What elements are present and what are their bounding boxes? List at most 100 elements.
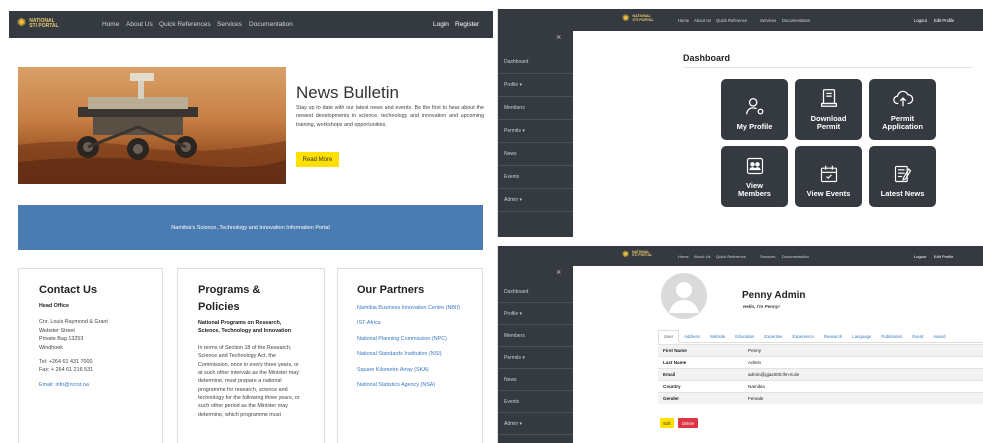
nav-logout[interactable]: Logout — [914, 18, 927, 23]
tab-research[interactable]: Research — [819, 330, 847, 342]
partner-link[interactable]: IST-Africa — [357, 319, 463, 327]
programs-card: Programs & Policies National Programs on… — [177, 268, 325, 443]
sidebar-item-admin[interactable]: Admin ▾ — [498, 413, 573, 435]
table-row: First Name Penny — [658, 344, 983, 357]
profile-panel: ✺ NATIONAL STI PORTAL Home About Us Quick… — [497, 246, 983, 443]
tile-label: My Profile — [736, 122, 773, 132]
sidebar-item-admin[interactable]: Admin ▾ — [498, 189, 573, 212]
contact-email-link[interactable]: Email: info@ncrst.na — [39, 381, 142, 389]
tile-label: Permit Application — [882, 113, 923, 132]
nav-services[interactable]: Services — [760, 18, 776, 23]
latest-news-tile[interactable]: Latest News — [869, 146, 936, 207]
tile-label: View Events — [806, 189, 851, 199]
nav-documentation[interactable]: Documentation — [782, 254, 809, 259]
permit-application-tile[interactable]: Permit Application — [869, 79, 936, 140]
nav-about[interactable]: About Us — [694, 18, 711, 23]
tab-experience[interactable]: Experience — [787, 330, 819, 342]
nav-home[interactable]: Home — [678, 254, 689, 259]
tab-publication[interactable]: Publication — [876, 330, 907, 342]
my-profile-tile[interactable]: My Profile — [721, 79, 788, 140]
address-line: Cnr. Louis Raymond & Grant — [39, 319, 108, 326]
nav-documentation[interactable]: Documentation — [249, 21, 293, 28]
row-label: First Name — [658, 344, 743, 357]
portal-banner: Namibia's Science, Technology and Innova… — [18, 205, 483, 250]
partner-link[interactable]: Square Kilometre Array (SKA) — [357, 366, 463, 374]
sidebar-item-dashboard[interactable]: Dashboard — [498, 51, 573, 74]
brand-logo[interactable]: ✺ NATIONAL STI PORTAL — [622, 14, 654, 23]
download-permit-tile[interactable]: Download Permit — [795, 79, 862, 140]
news-bulletin-body: Stay up to date with our latest news and… — [296, 105, 484, 128]
nav-services[interactable]: Services — [760, 254, 775, 259]
view-members-tile[interactable]: View Members — [721, 146, 788, 207]
nav-edit-profile[interactable]: Edit Profile — [934, 254, 953, 259]
nav-documentation[interactable]: Documentation — [782, 18, 810, 23]
sidebar-item-events[interactable]: Events — [498, 391, 573, 413]
news-bulletin-title: News Bulletin — [296, 83, 399, 102]
tab-award[interactable]: Award — [928, 330, 950, 342]
nav-quick-reference[interactable]: Quick Reference — [716, 254, 746, 259]
brand-name-line2: STI PORTAL — [632, 17, 654, 22]
tab-language[interactable]: Language — [847, 330, 876, 342]
contact-title: Contact Us — [39, 284, 98, 296]
profile-greeting: Hello, I'm Penny! — [743, 304, 780, 309]
nav-login[interactable]: Login — [433, 21, 449, 28]
nav-home[interactable]: Home — [678, 18, 689, 23]
dashboard-heading: Dashboard — [683, 53, 731, 63]
partner-link[interactable]: National Planning Commission (NPC) — [357, 335, 463, 343]
tab-event[interactable]: Event — [907, 330, 928, 342]
sidebar-item-permits[interactable]: Permits ▾ — [498, 347, 573, 369]
row-label: Last Name — [658, 356, 743, 369]
sun-logo-icon: ✺ — [17, 17, 27, 29]
row-value: Namibia — [743, 380, 983, 393]
nav-about[interactable]: About Us — [694, 254, 710, 259]
read-more-button[interactable]: Read More — [296, 152, 339, 167]
tile-label: View Members — [738, 180, 771, 199]
tab-website[interactable]: Website — [705, 330, 730, 342]
nav-quick-references[interactable]: Quick References — [159, 21, 211, 28]
nav-edit-profile[interactable]: Edit Profile — [934, 18, 954, 23]
nav-services[interactable]: Services — [217, 21, 242, 28]
partner-link[interactable]: National Statistics Agency (NSA) — [357, 381, 463, 389]
tab-address[interactable]: Address — [679, 330, 705, 342]
profile-tabs: User Address Website Education Expertise… — [658, 330, 983, 343]
edit-button[interactable]: Edit — [660, 418, 674, 428]
sidebar-item-profile[interactable]: Profile ▾ — [498, 74, 573, 97]
programs-subtitle: National Programs on Research, Science, … — [198, 320, 292, 335]
dashboard-panel: ✺ NATIONAL STI PORTAL Home About Us Quick… — [497, 9, 983, 237]
brand-logo[interactable]: ✺ NATIONAL STI PORTAL — [622, 250, 652, 259]
sidebar-item-permits[interactable]: Permits ▾ — [498, 120, 573, 143]
sidebar-item-profile[interactable]: Profile ▾ — [498, 303, 573, 325]
sidebar-item-news[interactable]: News — [498, 143, 573, 166]
tab-education[interactable]: Education — [730, 330, 759, 342]
address-line: Windhoek — [39, 344, 63, 351]
address-line: Webster Street — [39, 327, 75, 334]
partner-link[interactable]: National Standards Institution (NSI) — [357, 350, 463, 358]
partner-link[interactable]: Namibia Business Innovation Centre (NBII… — [357, 304, 463, 312]
sidebar-item-members[interactable]: Members — [498, 325, 573, 347]
row-label: Gender — [658, 392, 743, 404]
sidebar-item-members[interactable]: Members — [498, 97, 573, 120]
table-row: Last Name Admin — [658, 356, 983, 369]
tab-user[interactable]: User — [658, 330, 680, 343]
tab-expertise[interactable]: Expertise — [759, 330, 787, 342]
brand-logo[interactable]: ✺ NATIONAL STI PORTAL — [17, 18, 59, 29]
close-sidebar-icon[interactable]: × — [556, 267, 561, 277]
brand-name-line2: STI PORTAL — [29, 22, 59, 29]
nav-quick-reference[interactable]: Quick Reference — [716, 18, 747, 23]
sun-logo-icon: ✺ — [622, 249, 630, 259]
nav-home[interactable]: Home — [102, 21, 119, 28]
delete-button[interactable]: Delete — [678, 418, 698, 428]
sidebar-item-dashboard[interactable]: Dashboard — [498, 281, 573, 303]
nav-register[interactable]: Register — [455, 21, 479, 28]
nav-logout[interactable]: Logout — [914, 254, 926, 259]
profile-details-table: First Name Penny Last Name Admin Email admi… — [658, 344, 983, 404]
tile-label: Download Permit — [810, 113, 847, 132]
sidebar-item-news[interactable]: News — [498, 369, 573, 391]
nav-about[interactable]: About Us — [126, 21, 153, 28]
members-icon — [746, 157, 763, 174]
row-value: Female — [743, 392, 983, 404]
close-sidebar-icon[interactable]: × — [556, 32, 561, 42]
sidebar-item-events[interactable]: Events — [498, 166, 573, 189]
programs-title: Programs & Policies — [198, 284, 261, 314]
view-events-tile[interactable]: View Events — [795, 146, 862, 207]
